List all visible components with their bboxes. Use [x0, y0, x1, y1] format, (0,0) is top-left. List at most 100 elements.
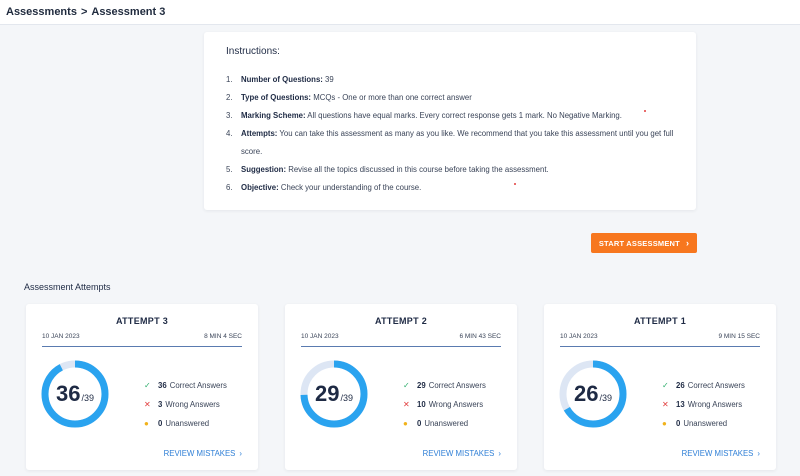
- correct-count: 36: [158, 381, 167, 390]
- instruction-label: Type of Questions:: [241, 93, 312, 102]
- instruction-label: Marking Scheme:: [241, 111, 306, 120]
- instruction-text: Check your understanding of the course.: [278, 183, 422, 192]
- wrong-label: Wrong Answers: [428, 400, 484, 409]
- correct-stat: ✓ 26 Correct Answers: [662, 376, 745, 395]
- unanswered-label: Unanswered: [165, 419, 210, 428]
- cursor-dot: [644, 110, 646, 112]
- unanswered-count: 0: [417, 419, 422, 428]
- instruction-number: 1.: [226, 75, 233, 84]
- score-display: 36 /39: [40, 359, 110, 429]
- chevron-right-icon: ›: [685, 238, 690, 248]
- attempt-date: 10 JAN 2023: [560, 333, 598, 340]
- chevron-right-icon: ›: [757, 449, 760, 458]
- unanswered-label: Unanswered: [424, 419, 469, 428]
- instruction-item: 4. Attempts: You can take this assessment…: [226, 125, 674, 161]
- cursor-dot: [514, 183, 516, 185]
- correct-label: Correct Answers: [687, 381, 745, 390]
- wrong-count: 10: [417, 400, 426, 409]
- review-mistakes-button[interactable]: REVIEW MISTAKES ›: [164, 449, 242, 458]
- start-assessment-label: START ASSESSMENT: [598, 238, 680, 248]
- wrong-count: 13: [676, 400, 685, 409]
- instruction-item: 1. Number of Questions: 39: [226, 71, 674, 89]
- wrong-stat: ✕ 3 Wrong Answers: [144, 395, 227, 414]
- attempt-stats: ✓ 36 Correct Answers ✕ 3 Wrong Answers ● 0 Una…: [144, 376, 227, 433]
- score-value: 29: [315, 381, 340, 406]
- attempt-card: ATTEMPT 1 10 JAN 2023 9 MIN 15 SEC 26 /3…: [544, 304, 776, 470]
- attempt-date: 10 JAN 2023: [42, 333, 80, 340]
- instructions-list: 1. Number of Questions: 39 2. Type of Ques…: [226, 71, 674, 197]
- score-total: /39: [340, 393, 353, 403]
- check-icon: ✓: [144, 381, 151, 390]
- score-total: /39: [599, 393, 612, 403]
- instruction-number: 3.: [226, 111, 233, 120]
- instruction-label: Objective:: [241, 183, 279, 192]
- breadcrumb-separator: >: [80, 6, 88, 18]
- attempt-stats: ✓ 26 Correct Answers ✕ 13 Wrong Answers ● 0 Un…: [662, 376, 745, 433]
- instruction-text: All questions have equal marks. Every co…: [305, 111, 622, 120]
- breadcrumb-assessments-link[interactable]: Assessments: [6, 6, 77, 18]
- instruction-label: Suggestion:: [241, 165, 287, 174]
- correct-count: 29: [417, 381, 426, 390]
- unanswered-stat: ● 0 Unanswered: [662, 414, 745, 433]
- divider: [42, 346, 242, 347]
- dot-icon: ●: [144, 419, 149, 428]
- instruction-text: You can take this assessment as many as …: [241, 129, 674, 156]
- instruction-label: Attempts:: [241, 129, 278, 138]
- review-mistakes-button[interactable]: REVIEW MISTAKES ›: [423, 449, 501, 458]
- chevron-right-icon: ›: [239, 449, 242, 458]
- correct-label: Correct Answers: [169, 381, 227, 390]
- instruction-text: MCQs - One or more than one correct answ…: [311, 93, 472, 102]
- score-value: 26: [574, 381, 599, 406]
- cross-icon: ✕: [144, 400, 151, 409]
- start-assessment-button[interactable]: START ASSESSMENT ›: [591, 233, 697, 253]
- divider: [301, 346, 501, 347]
- correct-count: 26: [676, 381, 685, 390]
- unanswered-stat: ● 0 Unanswered: [403, 414, 486, 433]
- review-mistakes-label: REVIEW MISTAKES: [681, 449, 754, 458]
- dot-icon: ●: [662, 419, 667, 428]
- correct-stat: ✓ 29 Correct Answers: [403, 376, 486, 395]
- attempt-card: ATTEMPT 2 10 JAN 2023 6 MIN 43 SEC 29 /3…: [285, 304, 517, 470]
- instruction-text: 39: [322, 75, 334, 84]
- attempt-duration: 9 MIN 15 SEC: [718, 333, 760, 340]
- instruction-item: 5. Suggestion: Revise all the topics disc…: [226, 161, 674, 179]
- instruction-number: 5.: [226, 165, 233, 174]
- chevron-right-icon: ›: [498, 449, 501, 458]
- review-mistakes-label: REVIEW MISTAKES: [163, 449, 236, 458]
- instruction-number: 2.: [226, 93, 233, 102]
- score-display: 26 /39: [558, 359, 628, 429]
- attempt-duration: 6 MIN 43 SEC: [459, 333, 501, 340]
- unanswered-count: 0: [676, 419, 681, 428]
- unanswered-stat: ● 0 Unanswered: [144, 414, 227, 433]
- instruction-label: Number of Questions:: [241, 75, 323, 84]
- attempts-section-title: Assessment Attempts: [24, 282, 111, 292]
- correct-label: Correct Answers: [428, 381, 486, 390]
- attempt-duration: 8 MIN 4 SEC: [204, 333, 242, 340]
- review-mistakes-label: REVIEW MISTAKES: [422, 449, 495, 458]
- wrong-count: 3: [158, 400, 163, 409]
- breadcrumb-current: Assessment 3: [91, 6, 166, 18]
- unanswered-label: Unanswered: [683, 419, 728, 428]
- instruction-item: 3. Marking Scheme: All questions have equ…: [226, 107, 674, 125]
- instruction-text: Revise all the topics discussed in this …: [286, 165, 549, 174]
- wrong-label: Wrong Answers: [687, 400, 743, 409]
- breadcrumb: Assessments > Assessment 3: [6, 6, 165, 18]
- attempt-title: ATTEMPT 1: [633, 316, 687, 326]
- wrong-stat: ✕ 13 Wrong Answers: [662, 395, 745, 414]
- dot-icon: ●: [403, 419, 408, 428]
- attempt-stats: ✓ 29 Correct Answers ✕ 10 Wrong Answers ● 0 Un…: [403, 376, 486, 433]
- attempt-title: ATTEMPT 2: [374, 316, 428, 326]
- attempt-card: ATTEMPT 3 10 JAN 2023 8 MIN 4 SEC 36 /39…: [26, 304, 258, 470]
- attempt-title: ATTEMPT 3: [115, 316, 169, 326]
- wrong-stat: ✕ 10 Wrong Answers: [403, 395, 486, 414]
- instruction-item: 6. Objective: Check your understanding of…: [226, 179, 674, 197]
- top-bar: Assessments > Assessment 3: [0, 0, 800, 25]
- score-total: /39: [81, 393, 94, 403]
- attempt-date: 10 JAN 2023: [301, 333, 339, 340]
- instructions-panel: Instructions: 1. Number of Questions: 39 …: [204, 32, 696, 210]
- review-mistakes-button[interactable]: REVIEW MISTAKES ›: [682, 449, 760, 458]
- wrong-label: Wrong Answers: [165, 400, 220, 409]
- cross-icon: ✕: [662, 400, 669, 409]
- correct-stat: ✓ 36 Correct Answers: [144, 376, 227, 395]
- check-icon: ✓: [403, 381, 410, 390]
